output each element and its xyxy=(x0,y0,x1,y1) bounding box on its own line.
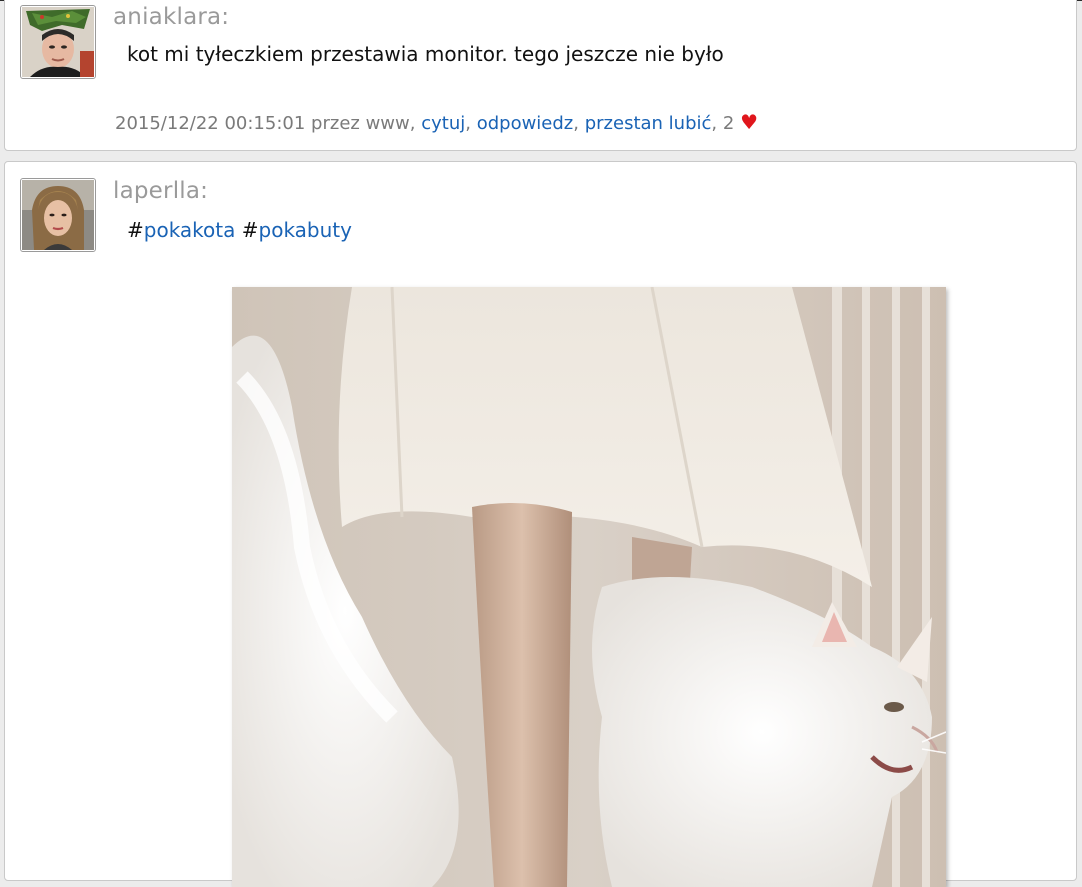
likes-count: 2 xyxy=(722,113,735,134)
avatar-photo-icon xyxy=(22,7,94,77)
reply-link[interactable]: odpowiedz xyxy=(477,113,574,134)
hashtag-link[interactable]: pokakota xyxy=(144,218,236,242)
post-hashtags: #pokakota #pokabuty xyxy=(127,218,352,242)
post-username[interactable]: aniaklara: xyxy=(113,4,229,30)
post-datetime: 2015/12/22 00:15:01 xyxy=(115,113,306,134)
user-avatar[interactable] xyxy=(20,178,96,252)
cat-photo-icon xyxy=(232,287,946,887)
separator: , xyxy=(465,113,471,134)
hash-symbol: # xyxy=(241,218,259,242)
hash-symbol: # xyxy=(127,218,144,242)
via-prefix: przez xyxy=(311,113,360,134)
avatar-photo-icon xyxy=(22,180,94,250)
post-card: laperlla: #pokakota #pokabuty xyxy=(4,161,1077,887)
hashtag-link[interactable]: pokabuty xyxy=(259,218,352,242)
post-meta: 2015/12/22 00:15:01 przez www, cytuj, od… xyxy=(115,110,758,134)
quote-link[interactable]: cytuj xyxy=(421,113,465,134)
unlike-link[interactable]: przestan lubić xyxy=(585,113,712,134)
post-message: kot mi tyłeczkiem przestawia monitor. te… xyxy=(127,42,724,66)
separator: , xyxy=(573,113,579,134)
separator: , xyxy=(409,113,416,134)
post-image[interactable] xyxy=(232,287,946,887)
heart-icon: ♥ xyxy=(740,110,759,134)
post-username[interactable]: laperlla: xyxy=(113,178,208,204)
via-source: www xyxy=(365,113,410,134)
separator: , xyxy=(711,113,718,134)
user-avatar[interactable] xyxy=(20,5,96,79)
post-card: aniaklara: kot mi tyłeczkiem przestawia … xyxy=(4,0,1077,151)
